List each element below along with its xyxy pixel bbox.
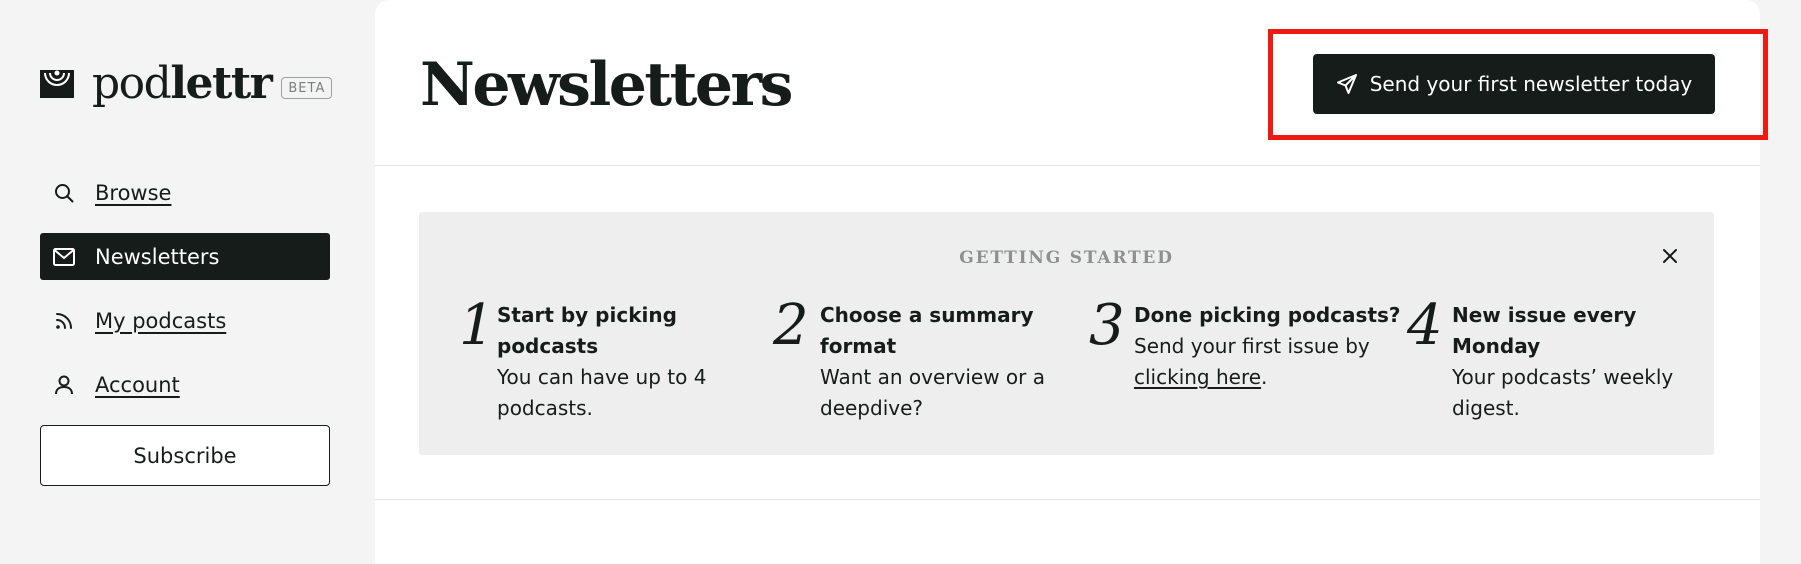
sidebar-item-my-podcasts[interactable]: My podcasts — [40, 297, 330, 344]
send-button-label: Send your first newsletter today — [1369, 72, 1693, 96]
brand-name: podlettr — [92, 58, 273, 109]
sidebar-item-label: Account — [95, 372, 180, 397]
step-description: You can have up to 4 podcasts. — [497, 365, 707, 420]
user-icon — [52, 373, 76, 397]
step-number: 4 — [1407, 293, 1443, 358]
mail-icon — [52, 245, 76, 269]
send-icon — [1336, 74, 1357, 94]
sidebar-nav: Browse Newsletters My podcasts Account — [40, 169, 330, 425]
step-number: 2 — [773, 293, 809, 358]
getting-started-card: GETTING STARTED 1 Start by picking podca… — [419, 212, 1714, 455]
steps-list: 1 Start by picking podcasts You can have… — [419, 293, 1714, 440]
sidebar: podlettr BETA Browse Newsletters My podc… — [0, 0, 375, 564]
rss-icon — [52, 309, 76, 333]
step-description: Send your first issue by clicking here. — [1134, 334, 1370, 389]
sidebar-item-label: My podcasts — [95, 308, 227, 333]
send-first-newsletter-button[interactable]: Send your first newsletter today — [1313, 54, 1715, 114]
step-title: New issue every Monday — [1452, 303, 1637, 358]
main-panel: Newsletters Send your first newsletter t… — [375, 0, 1768, 564]
step-title: Choose a summary format — [820, 303, 1034, 358]
podlettr-logo-icon — [40, 70, 74, 98]
sidebar-item-label: Browse — [95, 180, 172, 205]
subscribe-button[interactable]: Subscribe — [40, 425, 330, 486]
page-header: Newsletters Send your first newsletter t… — [375, 0, 1768, 166]
page-title: Newsletters — [420, 50, 793, 120]
step-title: Done picking podcasts? — [1134, 303, 1401, 327]
beta-badge: BETA — [281, 77, 333, 99]
section-divider — [375, 499, 1760, 500]
sidebar-item-newsletters[interactable]: Newsletters — [40, 233, 330, 280]
sidebar-item-browse[interactable]: Browse — [40, 169, 330, 216]
sidebar-item-account[interactable]: Account — [40, 361, 330, 408]
clicking-here-link[interactable]: clicking here — [1134, 365, 1261, 389]
step-description: Want an overview or a deepdive? — [820, 365, 1045, 420]
close-icon[interactable] — [1658, 244, 1682, 268]
getting-started-title: GETTING STARTED — [959, 248, 1174, 268]
step-number: 3 — [1089, 293, 1125, 358]
step-number: 1 — [459, 293, 495, 358]
search-icon — [52, 181, 76, 205]
logo[interactable]: podlettr BETA — [40, 58, 333, 109]
step-description: Your podcasts’ weekly digest. — [1452, 365, 1674, 420]
step-title: Start by picking podcasts — [497, 303, 677, 358]
sidebar-item-label: Newsletters — [95, 244, 220, 269]
